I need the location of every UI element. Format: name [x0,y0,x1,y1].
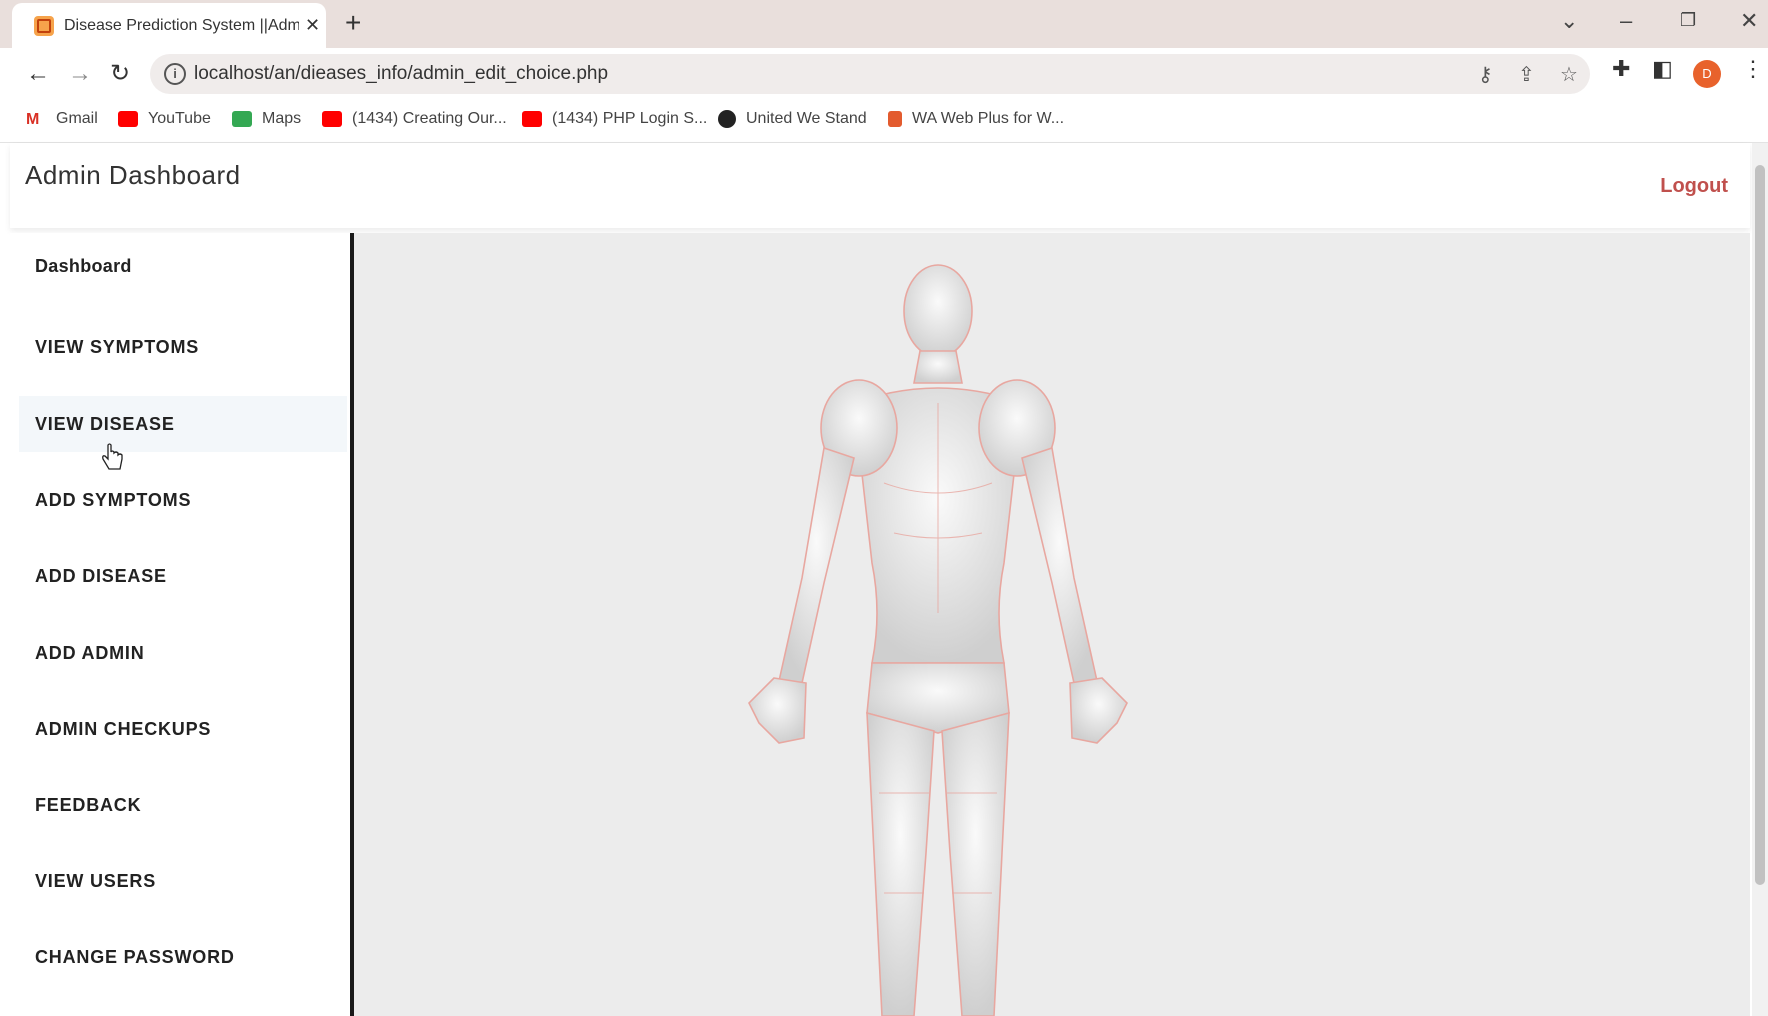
bookmark-label: (1434) PHP Login S... [552,110,708,127]
tab-title: Disease Prediction System ||Adm [64,16,299,34]
browser-tab[interactable]: Disease Prediction System ||Adm ✕ [12,3,326,48]
browser-toolbar: ← → ↻ i localhost/an/dieases_info/admin_… [0,48,1768,102]
main-content [354,233,1750,1016]
maps-icon [232,111,252,127]
bookmark-label: (1434) Creating Our... [352,110,507,127]
hand-pointer-cursor-icon [102,443,123,470]
key-icon[interactable]: ⚷ [1478,62,1493,87]
bookmark-youtube[interactable]: YouTube [118,110,211,128]
sidebar-item-admin-checkups[interactable]: ADMIN CHECKUPS [19,701,347,757]
top-header: Admin Dashboard Logout [10,143,1750,228]
body-part-right-hand [1069,677,1128,744]
bookmarks-bar: M Gmail YouTube Maps (1434) Creating Our… [0,102,1768,143]
sidebar-item-view-users[interactable]: VIEW USERS [19,853,347,909]
close-window-icon[interactable]: ✕ [1740,8,1758,34]
body-part-head [903,264,973,358]
sidebar-item-change-password[interactable]: CHANGE PASSWORD [19,929,347,985]
sidebar-item-dashboard[interactable]: Dashboard [19,238,347,294]
share-icon[interactable]: ⇪ [1518,62,1535,87]
scrollbar-thumb[interactable] [1755,165,1765,885]
profile-avatar[interactable]: D [1693,60,1721,88]
sidebar-item-view-symptoms[interactable]: VIEW SYMPTOMS [19,319,347,375]
bookmark-label: United We Stand [746,110,867,127]
body-part-left-hand [748,677,807,744]
xampp-favicon-icon [34,15,54,36]
bookmark-php-login[interactable]: (1434) PHP Login S... [522,110,707,128]
extension-icon [888,111,902,127]
sidebar-item-add-symptoms[interactable]: ADD SYMPTOMS [19,472,347,528]
bookmark-label: YouTube [148,110,211,127]
globe-icon [718,110,736,128]
body-part-left-leg [866,711,935,1016]
bookmark-star-icon[interactable]: ☆ [1560,62,1578,87]
bookmark-creating-our[interactable]: (1434) Creating Our... [322,110,507,128]
sidebar-item-feedback[interactable]: FEEDBACK [19,777,347,833]
address-bar[interactable]: i localhost/an/dieases_info/admin_edit_c… [150,54,1590,94]
youtube-icon [522,111,542,127]
side-panel-icon[interactable]: ◧ [1652,56,1673,82]
menu-kebab-icon[interactable]: ⋮ [1742,56,1764,82]
forward-icon[interactable]: → [68,60,92,88]
body-part-neck [913,350,963,384]
page-title: Admin Dashboard [25,160,241,190]
back-icon[interactable]: ← [26,60,50,88]
youtube-icon [322,111,342,127]
bookmark-united-we-stand[interactable]: United We Stand [718,110,867,128]
browser-tab-strip: Disease Prediction System ||Adm ✕ + ⌄ – … [0,0,1768,48]
logout-link[interactable]: Logout [1660,175,1728,198]
url-text: localhost/an/dieases_info/admin_edit_cho… [194,63,609,84]
restore-icon[interactable]: ❐ [1680,10,1696,31]
page-scrollbar[interactable] [1752,143,1768,1016]
bookmark-label: Maps [262,110,302,127]
sidebar-item-add-disease[interactable]: ADD DISEASE [19,548,347,604]
body-part-right-leg [941,711,1010,1016]
extensions-icon[interactable]: ✚ [1612,56,1630,82]
bookmark-wa-web-plus[interactable]: WA Web Plus for W... [888,110,1064,128]
admin-page: Admin Dashboard Logout Dashboard VIEW SY… [10,143,1750,1016]
human-body-figure[interactable] [354,233,1750,1016]
body-part-left-arm [778,446,855,684]
youtube-icon [118,111,138,127]
site-info-icon[interactable]: i [164,63,186,85]
minimize-icon[interactable]: – [1620,8,1632,34]
sidebar-item-view-disease[interactable]: VIEW DISEASE [19,396,347,452]
sidebar: Dashboard VIEW SYMPTOMS VIEW DISEASE ADD… [10,233,354,1016]
sidebar-item-add-admin[interactable]: ADD ADMIN [19,625,347,681]
body-part-right-arm [1021,446,1098,684]
gmail-icon: M [26,111,40,128]
bookmark-label: WA Web Plus for W... [912,110,1065,127]
tab-search-icon[interactable]: ⌄ [1560,8,1578,34]
close-tab-icon[interactable]: ✕ [305,15,320,36]
new-tab-button[interactable]: + [345,8,361,38]
bookmark-maps[interactable]: Maps [232,110,301,128]
reload-icon[interactable]: ↻ [110,60,130,88]
bookmark-label: Gmail [56,110,98,127]
bookmark-gmail[interactable]: M Gmail [26,110,98,128]
